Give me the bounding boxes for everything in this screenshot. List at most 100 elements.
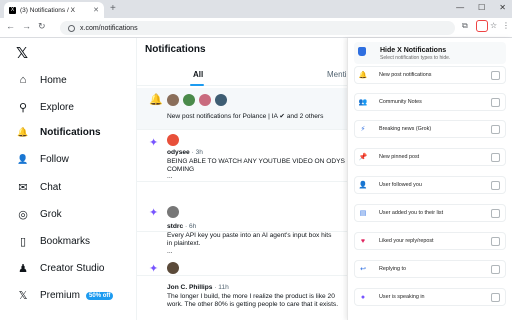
option-label: User followed you bbox=[379, 182, 422, 188]
grok-icon: ◎ bbox=[18, 209, 28, 221]
sidebar-item-label: Explore bbox=[40, 102, 74, 113]
bookmark-star-icon[interactable]: ☆ bbox=[490, 21, 497, 30]
browser-chrome: X (3) Notifications / X ✕ + — ☐ ✕ ← → ↻ … bbox=[0, 0, 512, 38]
sidebar-item-notifications[interactable]: 🔔 Notifications bbox=[16, 127, 101, 138]
option-label: Community Notes bbox=[379, 99, 422, 105]
tab-title: (3) Notifications / X bbox=[20, 6, 75, 14]
sparkle-icon: ✦ bbox=[149, 263, 159, 275]
list-icon: ▤ bbox=[359, 210, 367, 217]
option-label: New post notifications bbox=[379, 72, 432, 78]
hide-option-speaking-in[interactable]: ● User is speaking in bbox=[354, 288, 506, 306]
x-logo[interactable]: 𝕏 bbox=[16, 44, 28, 62]
post-text: ... bbox=[167, 248, 173, 255]
sidebar-item-follow[interactable]: 👤 Follow bbox=[16, 154, 69, 165]
hide-option-community-notes[interactable]: 👥 Community Notes bbox=[354, 93, 506, 111]
option-checkbox[interactable] bbox=[491, 153, 500, 162]
back-icon[interactable]: ← bbox=[6, 21, 15, 31]
option-checkbox[interactable] bbox=[491, 293, 500, 302]
sidebar-item-creator-studio[interactable]: ♟ Creator Studio bbox=[16, 262, 104, 275]
tab-all[interactable]: All bbox=[193, 70, 203, 79]
hide-option-liked-reply[interactable]: ♥ Liked your reply/repost bbox=[354, 232, 506, 250]
post-header: Jon C. Phillips · 11h bbox=[167, 284, 377, 293]
sidebar-item-label: Home bbox=[40, 74, 67, 86]
sidebar: 𝕏 ⌂ Home ⚲ Explore 🔔 Notifications 👤 Follow … bbox=[0, 38, 130, 320]
sidebar-item-label: Chat bbox=[40, 182, 62, 193]
option-checkbox[interactable] bbox=[491, 181, 500, 190]
minimize-icon[interactable]: — bbox=[456, 3, 464, 12]
install-icon[interactable]: ⧉ bbox=[462, 21, 468, 31]
option-label: User added you to their list bbox=[379, 210, 444, 216]
popup-title: Hide X Notifications bbox=[380, 47, 447, 54]
bell-icon: 🔔 bbox=[17, 127, 29, 137]
option-checkbox[interactable] bbox=[491, 71, 500, 80]
sidebar-item-label: Follow bbox=[40, 154, 69, 165]
sidebar-item-premium[interactable]: 𝕏 Premium 50% off bbox=[16, 289, 114, 302]
bell-icon bbox=[358, 47, 366, 56]
option-checkbox[interactable] bbox=[491, 237, 500, 246]
sidebar-item-explore[interactable]: ⚲ Explore bbox=[16, 101, 74, 114]
new-tab-button[interactable]: + bbox=[110, 3, 116, 14]
post-author[interactable]: odysee bbox=[167, 149, 190, 156]
address-bar-row: ← → ↻ x.com/notifications ⧉ ☆ ⋮ bbox=[0, 18, 512, 38]
sidebar-item-chat[interactable]: ✉ Chat bbox=[16, 181, 61, 194]
x-favicon-icon: X bbox=[9, 6, 16, 14]
hide-option-pinned-post[interactable]: 📌 New pinned post bbox=[354, 148, 506, 166]
close-tab-icon[interactable]: ✕ bbox=[93, 6, 99, 14]
sidebar-item-label: Creator Studio bbox=[40, 263, 105, 274]
extension-popup: Hide X Notifications Select notification… bbox=[347, 38, 512, 320]
post-header: stdrc · 6h bbox=[167, 223, 377, 232]
post-time: · 6h bbox=[184, 223, 197, 230]
home-icon: ⌂ bbox=[19, 74, 27, 86]
browser-tab[interactable]: X (3) Notifications / X ✕ bbox=[4, 2, 104, 18]
url-field[interactable]: x.com/notifications bbox=[60, 21, 455, 35]
hide-option-added-to-list[interactable]: ▤ User added you to their list bbox=[354, 204, 506, 222]
sidebar-item-label: Notifications bbox=[40, 127, 101, 138]
heart-icon: ♥ bbox=[360, 237, 366, 245]
avatar[interactable] bbox=[199, 94, 211, 106]
hide-option-followed-you[interactable]: 👤 User followed you bbox=[354, 176, 506, 194]
hide-option-replying-to[interactable]: ↩ Replying to bbox=[354, 260, 506, 278]
menu-icon[interactable]: ⋮ bbox=[502, 21, 510, 30]
hide-option-new-post[interactable]: 🔔 New post notifications bbox=[354, 66, 506, 84]
post-author[interactable]: Jon C. Phillips bbox=[167, 284, 212, 291]
sidebar-item-grok[interactable]: ◎ Grok bbox=[16, 208, 61, 221]
avatar[interactable] bbox=[183, 94, 195, 106]
reload-icon[interactable]: ↻ bbox=[38, 21, 46, 32]
option-checkbox[interactable] bbox=[491, 265, 500, 274]
avatar[interactable] bbox=[167, 94, 179, 106]
reply-icon: ↩ bbox=[360, 266, 366, 273]
maximize-icon[interactable]: ☐ bbox=[478, 3, 485, 12]
popup-subtitle: Select notification types to hide. bbox=[380, 55, 451, 61]
post-header: odysee · 3h bbox=[167, 149, 377, 158]
avatar[interactable] bbox=[167, 262, 179, 274]
post-author[interactable]: stdrc bbox=[167, 223, 183, 230]
avatar[interactable] bbox=[167, 134, 179, 146]
forward-icon[interactable]: → bbox=[22, 21, 31, 31]
close-window-icon[interactable]: ✕ bbox=[499, 3, 506, 12]
sidebar-item-label: Bookmarks bbox=[40, 236, 91, 247]
post-text: ... bbox=[167, 173, 173, 180]
hide-option-breaking-news[interactable]: ⚡ Breaking news (Grok) bbox=[354, 120, 506, 138]
option-checkbox[interactable] bbox=[491, 125, 500, 134]
sparkle-icon: ✦ bbox=[149, 137, 159, 149]
lightning-icon: ⚡ bbox=[360, 126, 366, 133]
post-time: · 11h bbox=[214, 284, 229, 291]
popup-header: Hide X Notifications Select notification… bbox=[354, 42, 506, 64]
post-text: work. The other 80% is getting people to… bbox=[167, 301, 339, 308]
extension-icon[interactable] bbox=[476, 20, 488, 32]
sidebar-item-label: Premium bbox=[40, 290, 81, 301]
users-icon: 👥 bbox=[358, 99, 368, 106]
bookmark-icon: ▯ bbox=[19, 236, 27, 248]
option-checkbox[interactable] bbox=[491, 209, 500, 218]
user-icon: 👤 bbox=[358, 182, 368, 189]
option-checkbox[interactable] bbox=[491, 98, 500, 107]
search-icon: ⚲ bbox=[18, 102, 28, 114]
option-label: Replying to bbox=[379, 266, 406, 272]
sidebar-item-bookmarks[interactable]: ▯ Bookmarks bbox=[16, 235, 90, 248]
creator-icon: ♟ bbox=[18, 263, 28, 275]
sidebar-item-home[interactable]: ⌂ Home bbox=[16, 74, 67, 86]
url-text: x.com/notifications bbox=[80, 24, 138, 32]
avatar[interactable] bbox=[215, 94, 227, 106]
avatar[interactable] bbox=[167, 206, 179, 218]
site-info-icon[interactable] bbox=[68, 24, 75, 32]
